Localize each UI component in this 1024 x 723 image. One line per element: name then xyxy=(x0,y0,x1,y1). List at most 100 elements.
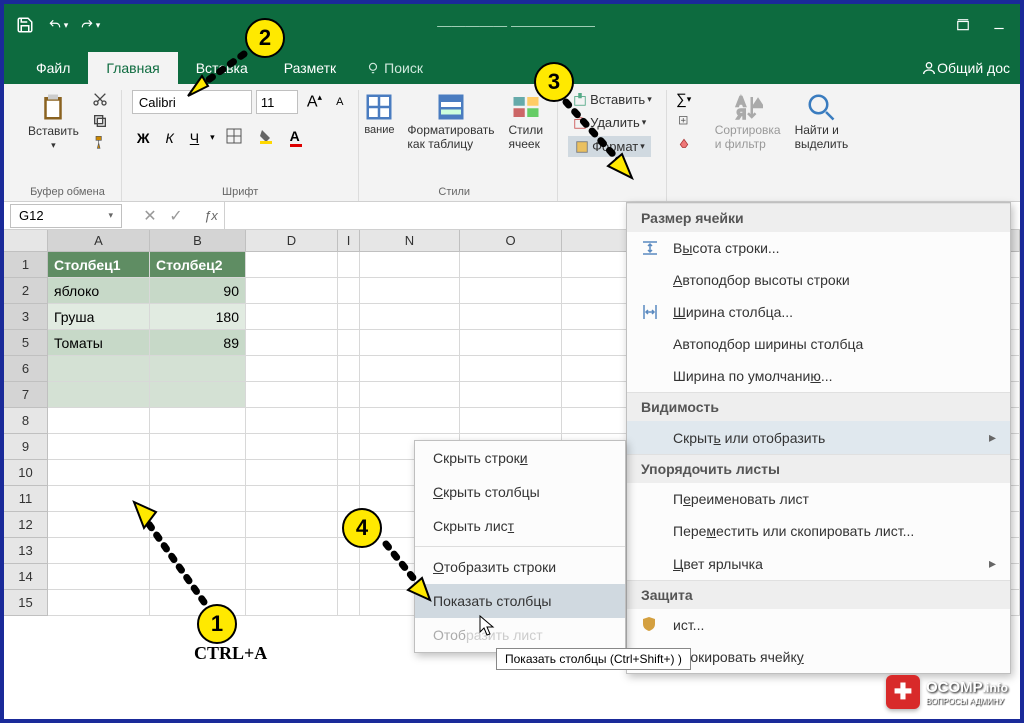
cut-icon[interactable] xyxy=(89,90,111,108)
cell[interactable] xyxy=(360,356,460,382)
tab-file[interactable]: Файл xyxy=(18,52,88,84)
cell[interactable] xyxy=(338,564,360,590)
underline-button[interactable]: Ч xyxy=(185,128,204,148)
cell[interactable] xyxy=(460,252,562,278)
cell[interactable] xyxy=(338,590,360,616)
sort-filter-button[interactable]: AЯ Сортировка и фильтр xyxy=(711,90,785,154)
cell[interactable] xyxy=(360,304,460,330)
row-header[interactable]: 5 xyxy=(4,330,48,356)
cell[interactable] xyxy=(338,382,360,408)
copy-icon[interactable] xyxy=(89,112,111,130)
format-table-button[interactable]: Форматировать как таблицу xyxy=(403,90,498,154)
format-painter-icon[interactable] xyxy=(89,134,111,152)
cell[interactable] xyxy=(246,460,338,486)
cell[interactable] xyxy=(246,564,338,590)
cell[interactable] xyxy=(360,252,460,278)
paste-button[interactable]: Вставить ▾ xyxy=(24,90,83,153)
column-header[interactable]: B xyxy=(150,230,246,252)
cell[interactable] xyxy=(246,356,338,382)
cell[interactable] xyxy=(150,434,246,460)
dd-hide-show[interactable]: Скрыть или отобразить▸ xyxy=(627,421,1010,454)
cell[interactable] xyxy=(150,356,246,382)
cell[interactable] xyxy=(48,382,150,408)
cell[interactable] xyxy=(246,252,338,278)
sm-show-cols[interactable]: Показать столбцы xyxy=(415,584,625,618)
dd-row-height[interactable]: Высота строки... xyxy=(627,232,1010,264)
border-icon[interactable] xyxy=(221,126,247,149)
dd-rename-sheet[interactable]: Переименовать лист xyxy=(627,483,1010,515)
row-header[interactable]: 10 xyxy=(4,460,48,486)
cell[interactable] xyxy=(48,408,150,434)
cond-format-button[interactable]: вание xyxy=(361,90,397,138)
cell[interactable]: 180 xyxy=(150,304,246,330)
row-header[interactable]: 14 xyxy=(4,564,48,590)
cell[interactable] xyxy=(338,356,360,382)
cell[interactable] xyxy=(246,590,338,616)
font-color-icon[interactable]: A xyxy=(285,126,307,149)
cell[interactable] xyxy=(246,538,338,564)
font-size-input[interactable] xyxy=(256,90,298,114)
column-header[interactable]: O xyxy=(460,230,562,252)
cell[interactable] xyxy=(360,382,460,408)
cell[interactable] xyxy=(360,330,460,356)
cell[interactable]: Столбец2 xyxy=(150,252,246,278)
decrease-font-icon[interactable]: A xyxy=(331,94,348,110)
cell[interactable] xyxy=(460,408,562,434)
cell[interactable] xyxy=(246,408,338,434)
cell[interactable] xyxy=(360,408,460,434)
dd-protect-sheet[interactable]: ист... xyxy=(627,609,1010,641)
cell[interactable] xyxy=(460,330,562,356)
row-header[interactable]: 2 xyxy=(4,278,48,304)
fill-color-icon[interactable] xyxy=(253,126,279,149)
dd-autofit-row[interactable]: Автоподбор высоты строки xyxy=(627,264,1010,296)
cell[interactable]: 90 xyxy=(150,278,246,304)
row-header[interactable]: 15 xyxy=(4,590,48,616)
search-box[interactable]: Поиск xyxy=(354,52,435,84)
cell[interactable] xyxy=(150,408,246,434)
cell[interactable] xyxy=(338,304,360,330)
tab-home[interactable]: Главная xyxy=(88,52,177,84)
cell[interactable] xyxy=(246,434,338,460)
cell[interactable]: яблоко xyxy=(48,278,150,304)
cell[interactable] xyxy=(246,512,338,538)
sm-hide-rows[interactable]: Скрыть строки xyxy=(415,441,625,475)
clear-icon[interactable] xyxy=(673,134,695,152)
cell[interactable] xyxy=(360,278,460,304)
cell[interactable] xyxy=(246,304,338,330)
autosum-icon[interactable]: ∑ ▾ xyxy=(673,90,695,108)
ribbon-options-icon[interactable] xyxy=(950,12,976,38)
cell[interactable] xyxy=(48,460,150,486)
column-header[interactable]: A xyxy=(48,230,150,252)
row-header[interactable]: 12 xyxy=(4,512,48,538)
cell[interactable]: 89 xyxy=(150,330,246,356)
fx-icon[interactable]: ƒx xyxy=(198,208,224,223)
dd-default-width[interactable]: Ширина по умолчанию... xyxy=(627,360,1010,392)
row-header[interactable]: 6 xyxy=(4,356,48,382)
cell[interactable] xyxy=(338,278,360,304)
cell[interactable] xyxy=(338,434,360,460)
fill-icon[interactable] xyxy=(673,112,695,130)
bold-button[interactable]: Ж xyxy=(132,128,155,148)
save-icon[interactable] xyxy=(12,12,38,38)
cancel-icon[interactable]: ✕ xyxy=(138,206,162,226)
dd-col-width[interactable]: Ширина столбца... xyxy=(627,296,1010,328)
cell[interactable] xyxy=(338,252,360,278)
row-header[interactable]: 7 xyxy=(4,382,48,408)
cell[interactable] xyxy=(338,330,360,356)
cell[interactable] xyxy=(338,460,360,486)
cell[interactable] xyxy=(246,486,338,512)
cell-styles-button[interactable]: Стили ячеек xyxy=(505,90,548,154)
sm-hide-cols[interactable]: Скрыть столбцы xyxy=(415,475,625,509)
dd-tab-color[interactable]: Цвет ярлычка▸ xyxy=(627,547,1010,580)
cell[interactable]: Столбец1 xyxy=(48,252,150,278)
column-header[interactable]: I xyxy=(338,230,360,252)
share-button[interactable]: Общий дос xyxy=(911,52,1020,84)
row-header[interactable]: 11 xyxy=(4,486,48,512)
sm-hide-sheet[interactable]: Скрыть лист xyxy=(415,509,625,543)
dd-move-sheet[interactable]: Переместить или скопировать лист... xyxy=(627,515,1010,547)
cell[interactable] xyxy=(460,356,562,382)
cell[interactable] xyxy=(48,356,150,382)
cell[interactable] xyxy=(460,382,562,408)
cell[interactable] xyxy=(48,434,150,460)
cell[interactable] xyxy=(460,304,562,330)
